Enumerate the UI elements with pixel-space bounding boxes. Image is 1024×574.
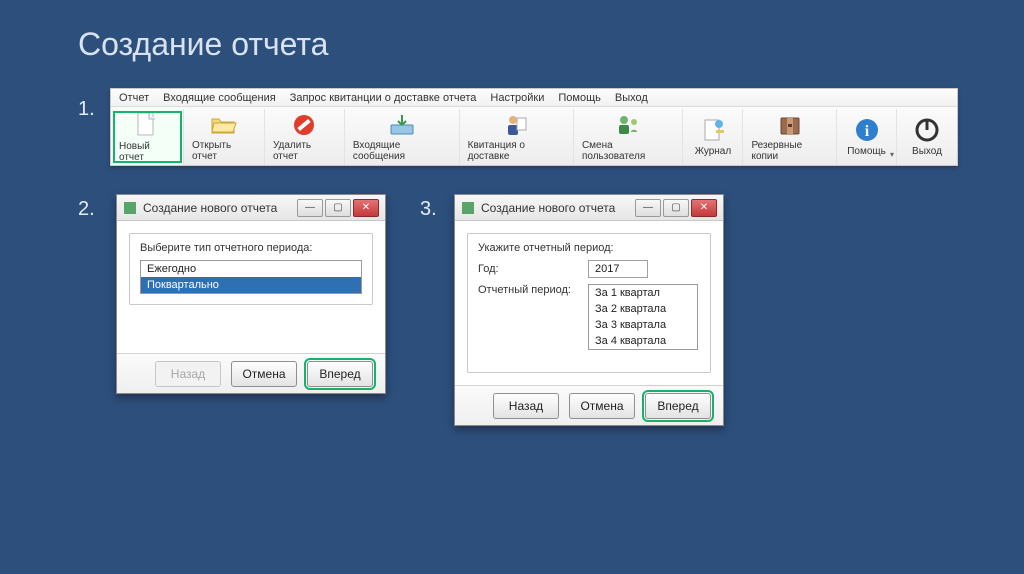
toolbar-label: Смена пользователя bbox=[582, 140, 675, 162]
menubar: Отчет Входящие сообщения Запрос квитанци… bbox=[111, 89, 957, 107]
toolbar-label: Квитанция о доставке bbox=[468, 140, 565, 162]
toolbar-label: Входящие сообщения bbox=[353, 140, 451, 162]
next-button[interactable]: Вперед bbox=[645, 393, 711, 419]
close-button[interactable]: ✕ bbox=[353, 199, 379, 217]
period-option-q4[interactable]: За 4 квартала bbox=[589, 333, 697, 349]
toolbar-inbox[interactable]: Входящие сообщения bbox=[345, 109, 460, 165]
toolbar-buttons: Новый отчет Открыть отчет Удалить отчет … bbox=[111, 107, 957, 165]
year-label: Год: bbox=[478, 263, 588, 275]
titlebar: Создание нового отчета — ▢ ✕ bbox=[455, 195, 723, 221]
dialog-create-report-period: Создание нового отчета — ▢ ✕ Укажите отч… bbox=[454, 194, 724, 426]
period-listbox[interactable]: За 1 квартал За 2 квартала За 3 квартала… bbox=[588, 284, 698, 350]
minimize-button[interactable]: — bbox=[297, 199, 323, 217]
period-option-q3[interactable]: За 3 квартала bbox=[589, 317, 697, 333]
cancel-button[interactable]: Отмена bbox=[569, 393, 635, 419]
dialog-footer: Назад Отмена Вперед bbox=[455, 385, 723, 425]
user-switch-icon bbox=[614, 111, 642, 138]
archive-icon bbox=[776, 111, 804, 138]
toolbar-label: Журнал bbox=[695, 146, 732, 157]
toolbar-label: Удалить отчет bbox=[273, 140, 336, 162]
app-icon bbox=[461, 201, 475, 215]
inbox-tray-icon bbox=[388, 111, 416, 138]
slide-title: Создание отчета bbox=[78, 26, 328, 63]
minimize-button[interactable]: — bbox=[635, 199, 661, 217]
toolbar-label: Резервные копии bbox=[751, 140, 828, 162]
back-button[interactable]: Назад bbox=[493, 393, 559, 419]
step-number-1: 1. bbox=[78, 98, 95, 121]
period-label: Отчетный период: bbox=[478, 284, 588, 296]
menu-exit[interactable]: Выход bbox=[615, 92, 648, 104]
window-title: Создание нового отчета bbox=[481, 201, 615, 215]
person-docs-icon bbox=[502, 111, 530, 138]
toolbar-switch-user[interactable]: Смена пользователя bbox=[574, 109, 684, 165]
toolbar-label: Помощь bbox=[847, 146, 886, 157]
option-yearly[interactable]: Ежегодно bbox=[141, 261, 361, 277]
period-option-q1[interactable]: За 1 квартал bbox=[589, 285, 697, 301]
toolbar-delete-report[interactable]: Удалить отчет bbox=[265, 109, 345, 165]
toolbar-backup[interactable]: Резервные копии bbox=[743, 109, 837, 165]
toolbar-open-report[interactable]: Открыть отчет bbox=[184, 109, 265, 165]
step-number-2: 2. bbox=[78, 198, 95, 221]
menu-settings[interactable]: Настройки bbox=[490, 92, 544, 104]
toolbar-help[interactable]: i Помощь ▾ bbox=[837, 109, 897, 165]
step-number-3: 3. bbox=[420, 198, 437, 221]
toolbar-exit[interactable]: Выход bbox=[897, 109, 957, 165]
back-button: Назад bbox=[155, 361, 221, 387]
menu-inbox[interactable]: Входящие сообщения bbox=[163, 92, 276, 104]
prompt-label: Выберите тип отчетного периода: bbox=[140, 242, 362, 254]
dialog-create-report-type: Создание нового отчета — ▢ ✕ Выберите ти… bbox=[116, 194, 386, 394]
folder-open-icon bbox=[210, 111, 238, 138]
menu-receipt[interactable]: Запрос квитанции о доставке отчета bbox=[290, 92, 477, 104]
maximize-button[interactable]: ▢ bbox=[663, 199, 689, 217]
option-quarterly[interactable]: Поквартально bbox=[141, 277, 361, 293]
toolbar-label: Выход bbox=[912, 146, 942, 157]
toolbar-new-report[interactable]: Новый отчет bbox=[111, 109, 184, 165]
menu-report[interactable]: Отчет bbox=[119, 92, 149, 104]
window-title: Создание нового отчета bbox=[143, 201, 277, 215]
info-icon: i bbox=[853, 116, 881, 144]
toolbar-receipt[interactable]: Квитанция о доставке bbox=[460, 109, 574, 165]
svg-text:i: i bbox=[864, 123, 869, 140]
power-icon bbox=[913, 116, 941, 144]
journal-icon bbox=[699, 116, 727, 144]
chevron-down-icon: ▾ bbox=[890, 150, 894, 159]
prompt-label: Укажите отчетный период: bbox=[478, 242, 700, 254]
period-option-q2[interactable]: За 2 квартала bbox=[589, 301, 697, 317]
app-toolbar: Отчет Входящие сообщения Запрос квитанци… bbox=[110, 88, 958, 166]
close-button[interactable]: ✕ bbox=[691, 199, 717, 217]
dialog-body: Выберите тип отчетного периода: Ежегодно… bbox=[129, 233, 373, 305]
forbidden-icon bbox=[290, 111, 318, 138]
toolbar-label: Новый отчет bbox=[119, 141, 175, 163]
app-icon bbox=[123, 201, 137, 215]
titlebar: Создание нового отчета — ▢ ✕ bbox=[117, 195, 385, 221]
cancel-button[interactable]: Отмена bbox=[231, 361, 297, 387]
toolbar-label: Открыть отчет bbox=[192, 140, 256, 162]
next-button[interactable]: Вперед bbox=[307, 361, 373, 387]
file-new-icon bbox=[133, 111, 161, 139]
menu-help[interactable]: Помощь bbox=[558, 92, 601, 104]
period-type-listbox[interactable]: Ежегодно Поквартально bbox=[140, 260, 362, 294]
maximize-button[interactable]: ▢ bbox=[325, 199, 351, 217]
dialog-body: Укажите отчетный период: Год: 2017 Отчет… bbox=[467, 233, 711, 373]
dialog-footer: Назад Отмена Вперед bbox=[117, 353, 385, 393]
toolbar-journal[interactable]: Журнал bbox=[683, 109, 743, 165]
year-input[interactable]: 2017 bbox=[588, 260, 648, 278]
